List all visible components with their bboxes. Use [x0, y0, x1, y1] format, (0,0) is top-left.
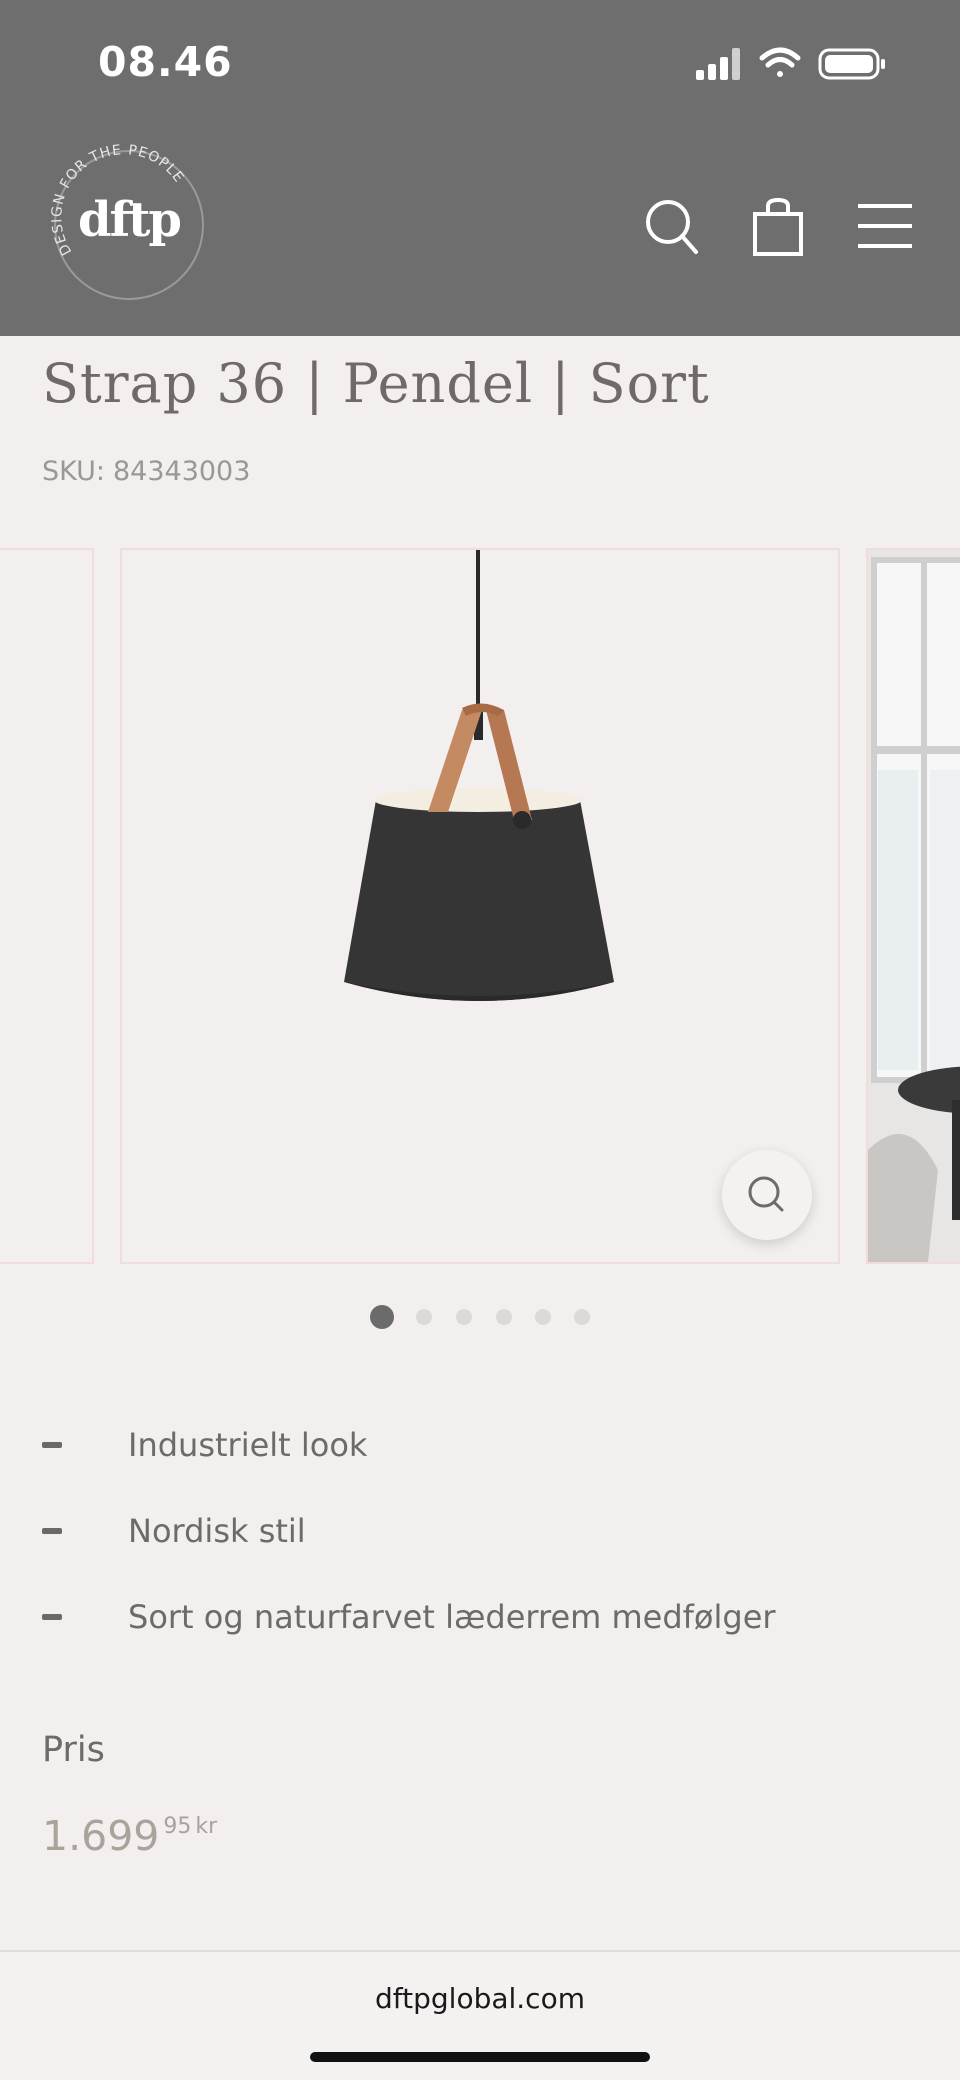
site-header: 08.46 DESIGN FOR THE PEOPLE dftp	[0, 0, 960, 336]
pagination-dot[interactable]	[496, 1309, 512, 1325]
dash-icon	[42, 1442, 62, 1448]
cart-icon[interactable]	[748, 196, 808, 256]
product-price: 1.699 95 kr	[42, 1812, 217, 1860]
pagination-dot[interactable]	[416, 1309, 432, 1325]
gallery-prev-slide[interactable]	[0, 548, 94, 1264]
pagination-dot[interactable]	[456, 1309, 472, 1325]
logo-wordmark: dftp	[78, 192, 182, 248]
room-scene-image	[868, 550, 960, 1262]
dash-icon	[42, 1528, 62, 1534]
feature-text: Sort og naturfarvet læderrem medfølger	[128, 1598, 776, 1636]
brand-logo[interactable]: DESIGN FOR THE PEOPLE dftp	[44, 140, 214, 310]
dash-icon	[42, 1614, 62, 1620]
price-currency: kr	[195, 1814, 218, 1839]
gallery-pagination	[0, 1305, 960, 1329]
feature-text: Nordisk stil	[128, 1512, 306, 1550]
feature-text: Industrielt look	[128, 1426, 368, 1464]
product-title: Strap 36 | Pendel | Sort	[42, 352, 710, 415]
pagination-dot[interactable]	[535, 1309, 551, 1325]
wifi-icon	[759, 47, 801, 77]
status-icons	[696, 47, 885, 80]
status-time: 08.46	[98, 38, 233, 86]
zoom-button[interactable]	[722, 1150, 812, 1240]
price-decimals: 95	[163, 1814, 192, 1839]
search-icon[interactable]	[642, 196, 702, 256]
gallery-next-slide[interactable]	[866, 548, 960, 1264]
battery-icon	[818, 48, 885, 80]
menu-icon[interactable]	[856, 196, 916, 256]
price-main: 1.699	[42, 1812, 160, 1860]
url-text[interactable]: dftpglobal.com	[0, 1982, 960, 2015]
product-sku: SKU: 84343003	[42, 456, 250, 487]
sku-value: 84343003	[112, 456, 251, 487]
signal-icon	[696, 48, 740, 80]
pagination-dot[interactable]	[370, 1305, 394, 1329]
sku-label: SKU:	[42, 456, 105, 487]
browser-address-bar: dftpglobal.com	[0, 1950, 960, 2080]
price-label: Pris	[42, 1730, 105, 1770]
pagination-dot[interactable]	[574, 1309, 590, 1325]
zoom-search-icon	[748, 1176, 784, 1212]
home-indicator[interactable]	[310, 2052, 650, 2062]
